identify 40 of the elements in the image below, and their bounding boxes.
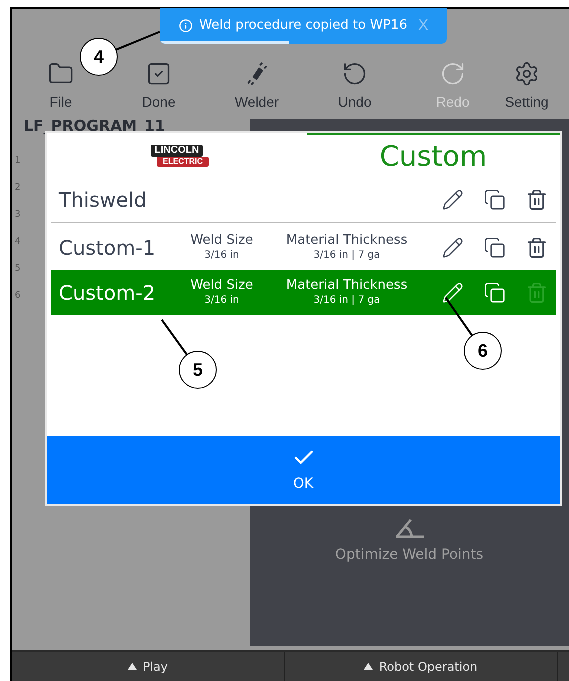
brand-logo: LINCOLN ELECTRIC <box>145 144 209 166</box>
bottom-tab[interactable]: Play <box>12 652 285 681</box>
toolbar-button[interactable]: Undo <box>306 61 404 113</box>
weld-size-value: 3/16 in <box>204 248 240 262</box>
delete-icon[interactable] <box>526 189 548 211</box>
toolbar-button[interactable]: Welder <box>208 61 306 113</box>
line-number: 3 <box>15 209 21 222</box>
triangle-icon <box>128 663 137 670</box>
checkbox-icon <box>146 61 172 87</box>
info-icon <box>178 19 193 33</box>
thickness-label: Material Thickness <box>286 232 408 248</box>
edit-icon[interactable] <box>442 189 464 211</box>
line-number: 1 <box>15 155 21 168</box>
procedure-name: Custom-1 <box>59 234 157 262</box>
triangle-icon <box>364 663 374 670</box>
copy-icon[interactable] <box>484 236 506 258</box>
ok-button[interactable]: OK <box>47 436 560 504</box>
optimize-weld-points-label: Optimize Weld Points <box>335 546 484 565</box>
weld-size-value: 3/16 in <box>204 294 240 308</box>
bottom-tab[interactable]: Robot Operation <box>285 652 558 681</box>
redo-icon <box>440 61 466 87</box>
line-number: 2 <box>15 182 21 195</box>
toast-message: Weld procedure copied to WP16 <box>200 17 408 36</box>
edit-icon[interactable] <box>442 236 464 258</box>
procedure-name: Thisweld <box>59 187 148 214</box>
undo-icon <box>342 61 368 87</box>
thickness-value: 3/16 in | 7 ga <box>314 248 380 262</box>
copy-icon[interactable] <box>484 189 506 211</box>
delete-icon[interactable] <box>526 236 548 258</box>
line-number: 6 <box>15 290 21 303</box>
program-title: LF_PROGRAM_11 <box>23 119 166 134</box>
thickness-value: 3/16 in | 7 ga <box>314 294 380 308</box>
weld-size-label: Weld Size <box>190 278 254 294</box>
line-number: 4 <box>15 236 21 249</box>
weld-size-label: Weld Size <box>190 232 254 248</box>
toolbar-button[interactable]: Setting <box>502 61 552 113</box>
procedure-name: Custom-2 <box>59 280 157 306</box>
line-number: 5 <box>15 263 21 276</box>
settings-icon <box>514 61 540 87</box>
thickness-label: Material Thickness <box>286 278 408 294</box>
